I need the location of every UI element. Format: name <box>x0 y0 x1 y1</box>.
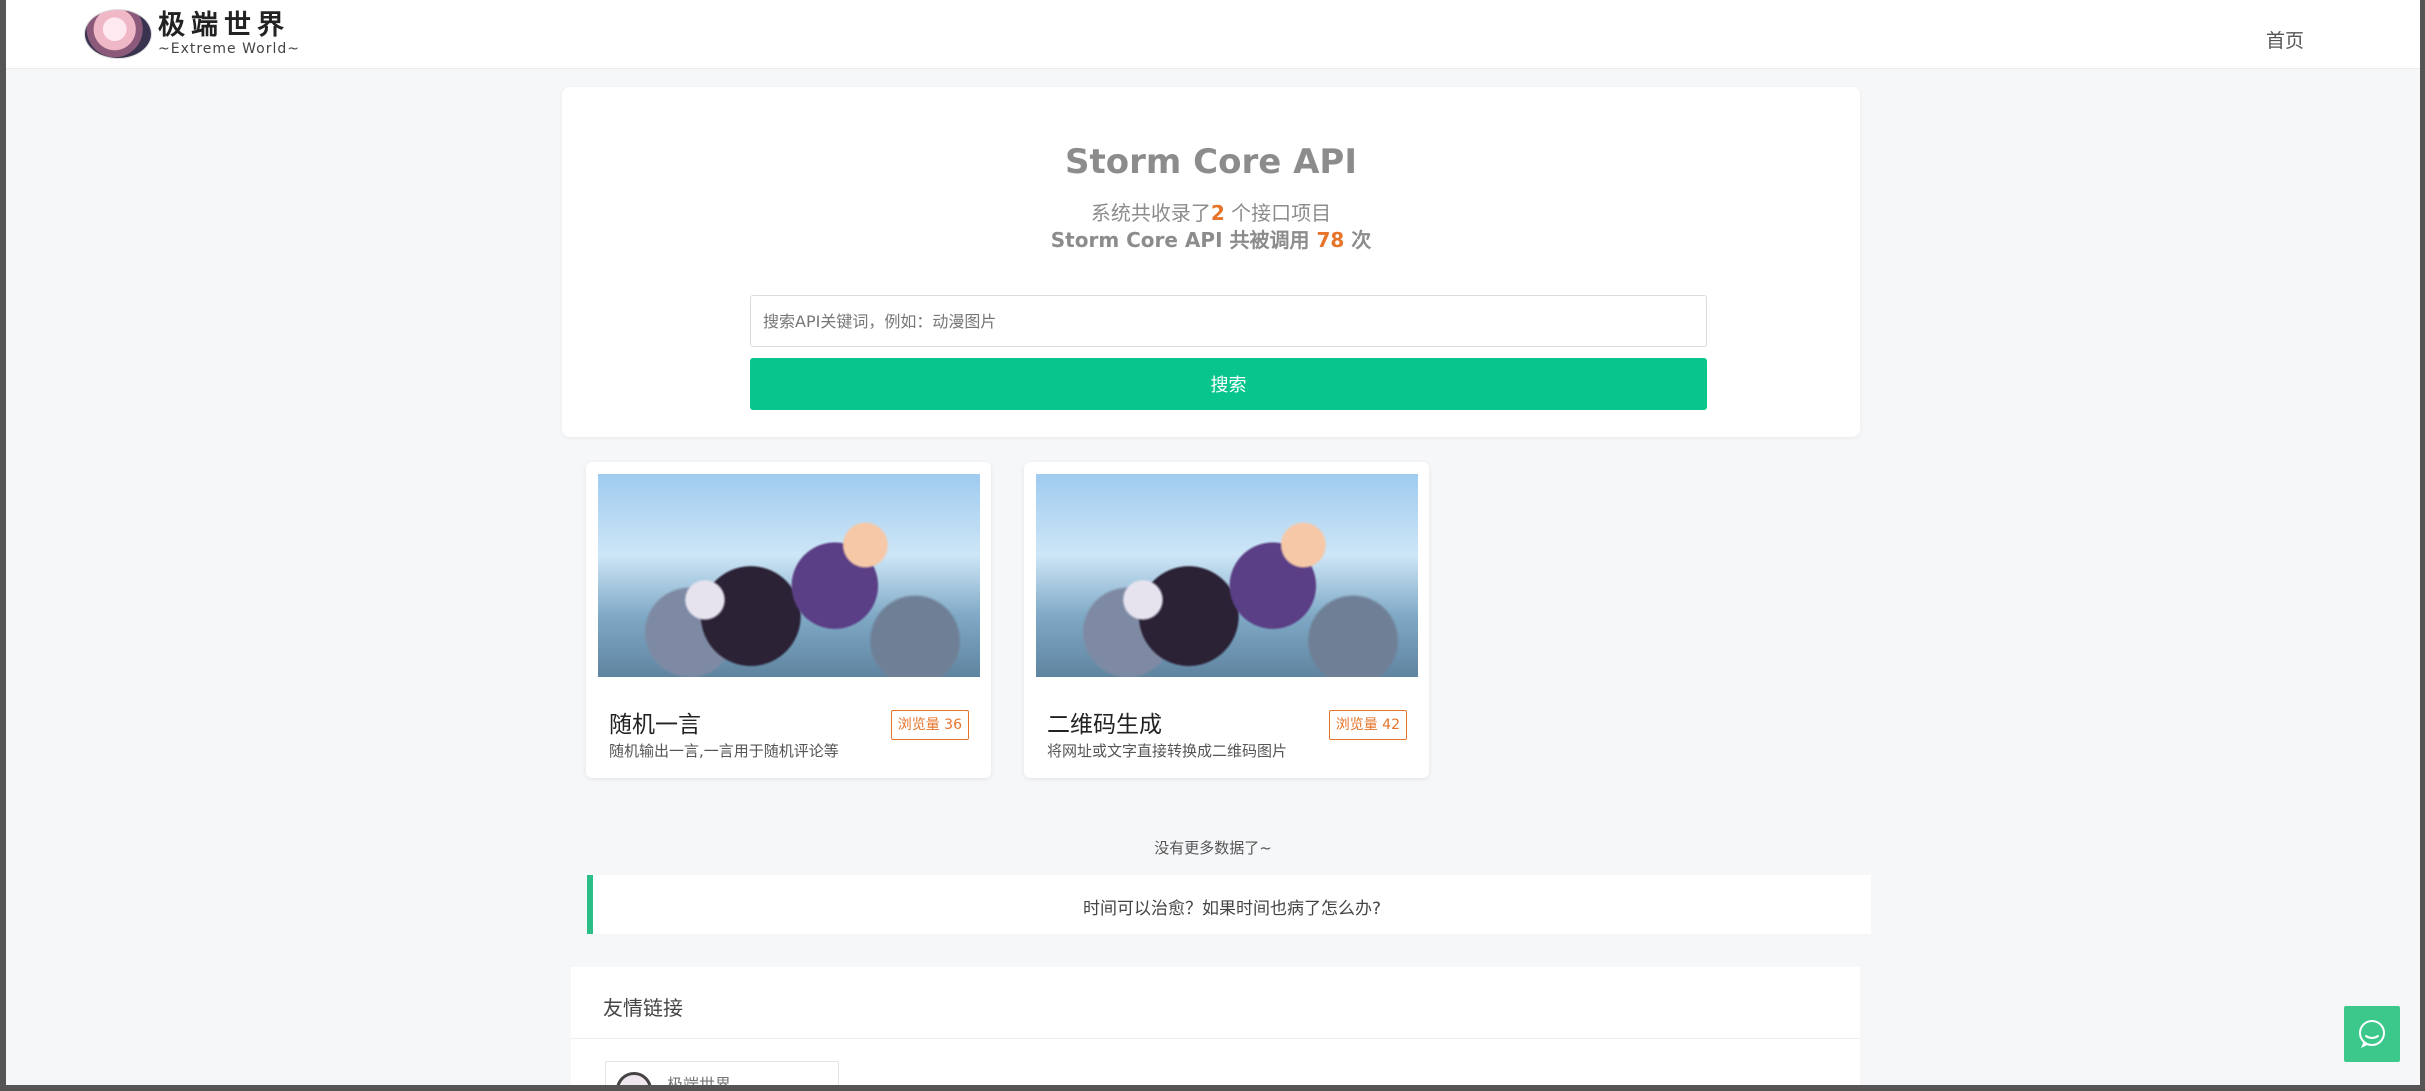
api-description: 随机输出一言,一言用于随机评论等 <box>609 742 839 760</box>
call-count-suffix: 次 <box>1344 228 1372 252</box>
quote-text: 时间可以治愈？如果时间也病了怎么办? <box>1082 899 1382 919</box>
chat-bubble-icon <box>2359 1020 2385 1049</box>
call-count-value: 78 <box>1316 228 1345 252</box>
page: 极端世界 ~Extreme World~ 首页 Storm Core API 系… <box>6 0 2420 1085</box>
page-title: Storm Core API <box>1065 142 1357 182</box>
call-count-prefix: Storm Core API 共被调用 <box>1050 228 1317 252</box>
views-badge: 浏览量 36 <box>890 710 969 740</box>
friend-links-section: 友情链接 极端世界 <box>571 967 1860 1085</box>
logo-text: 极端世界 ~Extreme World~ <box>158 10 300 58</box>
chat-button[interactable] <box>2344 1006 2400 1062</box>
api-name: 随机一言 <box>609 712 701 738</box>
site-logo[interactable]: 极端世界 ~Extreme World~ <box>84 9 300 59</box>
hero-card: Storm Core API 系统共收录了2 个接口项目 Storm Core … <box>562 87 1860 437</box>
friend-link-name: 极端世界 <box>667 1075 732 1085</box>
api-count-prefix: 系统共收录了 <box>1090 201 1211 225</box>
api-card[interactable]: 随机一言 浏览量 36 随机输出一言,一言用于随机评论等 <box>586 462 991 778</box>
api-cover-image <box>1036 474 1418 677</box>
nav-home-link[interactable]: 首页 <box>2266 26 2304 53</box>
friend-link-item[interactable]: 极端世界 <box>605 1061 839 1085</box>
api-name: 二维码生成 <box>1047 712 1162 738</box>
no-more-data-text: 没有更多数据了~ <box>1154 839 1272 857</box>
logo-title: 极端世界 <box>158 10 290 41</box>
navbar: 极端世界 ~Extreme World~ 首页 <box>6 0 2420 69</box>
search-button[interactable]: 搜索 <box>750 358 1707 410</box>
api-card[interactable]: 二维码生成 浏览量 42 将网址或文字直接转换成二维码图片 <box>1024 462 1429 778</box>
api-description: 将网址或文字直接转换成二维码图片 <box>1047 742 1288 760</box>
logo-avatar-icon <box>84 9 152 59</box>
api-count-value: 2 <box>1210 201 1225 225</box>
quote-block: 时间可以治愈？如果时间也病了怎么办? <box>587 875 1871 934</box>
friend-link-avatar-icon <box>616 1072 652 1085</box>
search-input[interactable] <box>750 295 1707 347</box>
api-cover-image <box>598 474 980 677</box>
api-count-suffix: 个接口项目 <box>1224 201 1332 225</box>
call-count-text: Storm Core API 共被调用 78 次 <box>562 224 1860 253</box>
views-badge: 浏览量 42 <box>1328 710 1407 740</box>
divider <box>571 1038 1860 1039</box>
friend-links-title: 友情链接 <box>603 996 683 1020</box>
logo-subtitle: ~Extreme World~ <box>158 41 300 57</box>
api-count-text: 系统共收录了2 个接口项目 <box>562 197 1860 226</box>
